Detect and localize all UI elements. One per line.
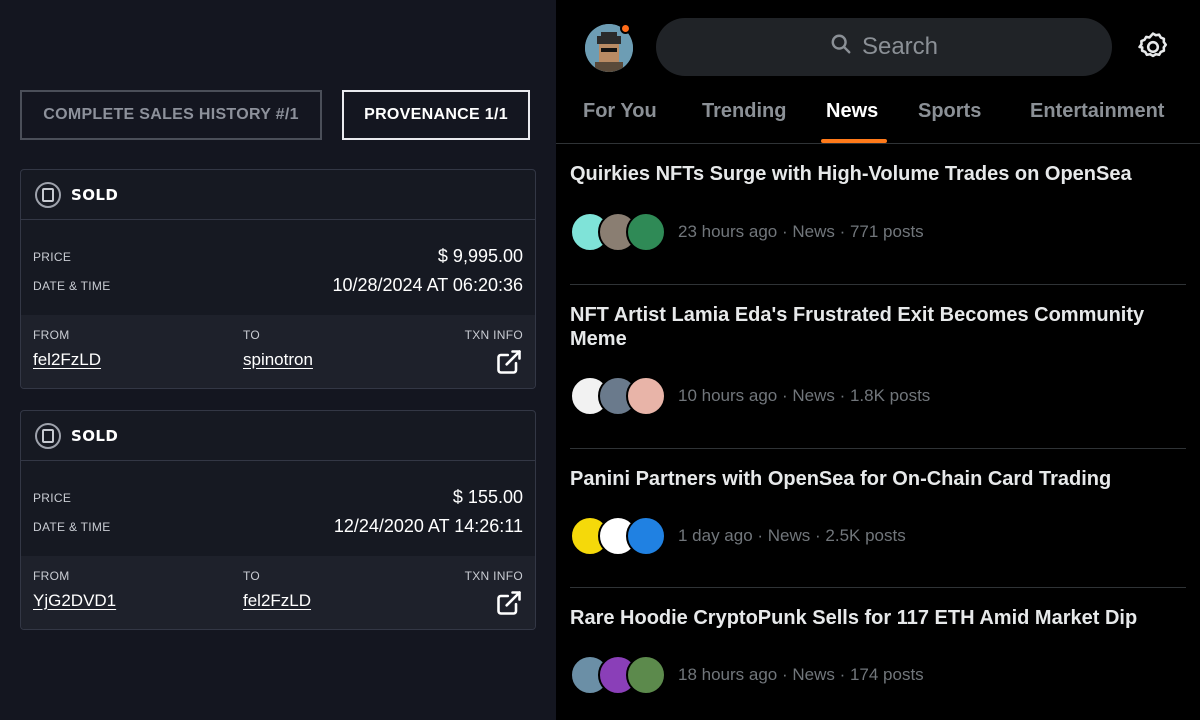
to-link[interactable]: fel2FzLD (243, 591, 311, 610)
tab-trending[interactable]: Trending (702, 100, 786, 123)
date-time-label: DATE & TIME (33, 278, 111, 293)
to-label: TO (243, 569, 261, 583)
tab-sports[interactable]: Sports (918, 100, 981, 123)
to-label: TO (243, 328, 261, 342)
tab-news[interactable]: News (826, 100, 878, 123)
news-item[interactable]: Panini Partners with OpenSea for On-Chai… (570, 467, 1186, 588)
poster-avatars (570, 376, 666, 416)
to-link[interactable]: spinotron (243, 350, 313, 369)
app-root: COMPLETE SALES HISTORY #/1 PROVENANCE 1/… (0, 0, 1200, 720)
card-icon (35, 181, 61, 208)
price-value: $ 9,995.00 (437, 246, 523, 266)
sale-card: SOLD PRICE $ 155.00 DATE & TIME 12/24/20… (20, 410, 536, 630)
active-tab-indicator (821, 139, 887, 143)
avatar (626, 212, 666, 252)
notification-dot (620, 23, 631, 34)
news-meta: 10 hours ago · News · 1.8K posts (678, 386, 931, 405)
external-link-icon[interactable] (495, 348, 523, 381)
price-value: $ 155.00 (452, 487, 523, 507)
avatar (626, 516, 666, 556)
external-link-icon[interactable] (495, 589, 523, 622)
avatar (626, 376, 666, 416)
poster-avatars (570, 516, 666, 556)
poster-avatars (570, 212, 666, 252)
complete-sales-history-tab[interactable]: COMPLETE SALES HISTORY #/1 (20, 90, 322, 140)
txn-info-label: TXN INFO (464, 569, 523, 583)
tab-for-you[interactable]: For You (583, 100, 657, 123)
sale-card: SOLD PRICE $ 9,995.00 DATE & TIME 10/28/… (20, 169, 536, 389)
news-headline: NFT Artist Lamia Eda's Frustrated Exit B… (570, 304, 1145, 350)
provenance-tab[interactable]: PROVENANCE 1/1 (342, 90, 530, 140)
sale-parties: FROM YjG2DVD1 TO fel2FzLD TXN INFO (21, 556, 535, 629)
topic-tabs: For You Trending News Sports Entertainme… (556, 92, 1200, 144)
search-placeholder: Search (861, 33, 939, 60)
sale-status: SOLD (71, 426, 119, 445)
news-item[interactable]: Quirkies NFTs Surge with High-Volume Tra… (570, 162, 1186, 285)
txn-info-label: TXN INFO (464, 328, 523, 342)
sales-history-panel: COMPLETE SALES HISTORY #/1 PROVENANCE 1/… (0, 0, 556, 720)
from-label: FROM (33, 328, 70, 342)
sale-card-header: SOLD (21, 170, 535, 220)
news-meta: 1 day ago · News · 2.5K posts (678, 526, 906, 545)
date-time-value: 12/24/2020 AT 14:26:11 (333, 516, 523, 536)
news-item[interactable]: Rare Hoodie CryptoPunk Sells for 117 ETH… (570, 606, 1186, 716)
date-time-value: 10/28/2024 AT 06:20:36 (332, 275, 523, 295)
price-label: PRICE (33, 490, 72, 505)
from-link[interactable]: fel2FzLD (33, 350, 101, 369)
poster-avatars (570, 655, 666, 695)
price-label: PRICE (33, 249, 72, 264)
date-time-label: DATE & TIME (33, 519, 111, 534)
search-icon (830, 33, 852, 62)
from-label: FROM (33, 569, 70, 583)
sale-details: PRICE $ 155.00 DATE & TIME 12/24/2020 AT… (21, 461, 535, 556)
sale-status: SOLD (71, 185, 119, 204)
news-item[interactable]: NFT Artist Lamia Eda's Frustrated Exit B… (570, 303, 1186, 449)
card-icon (35, 422, 61, 449)
news-headline: Quirkies NFTs Surge with High-Volume Tra… (570, 163, 1132, 185)
news-headline: Panini Partners with OpenSea for On-Chai… (570, 468, 1112, 490)
sale-card-header: SOLD (21, 411, 535, 461)
news-meta: 18 hours ago · News · 174 posts (678, 665, 924, 684)
sale-details: PRICE $ 9,995.00 DATE & TIME 10/28/2024 … (21, 220, 535, 315)
news-headline: Rare Hoodie CryptoPunk Sells for 117 ETH… (570, 607, 1138, 629)
search-bar[interactable]: Search (656, 18, 1112, 76)
from-link[interactable]: YjG2DVD1 (33, 591, 116, 610)
sale-parties: FROM fel2FzLD TO spinotron TXN INFO (21, 315, 535, 388)
avatar (626, 655, 666, 695)
news-meta: 23 hours ago · News · 771 posts (678, 222, 924, 241)
tab-entertainment[interactable]: Entertainment (1030, 100, 1164, 123)
explore-panel: Search For You Trending News Sports Ente… (556, 0, 1200, 720)
settings-gear-icon[interactable] (1136, 30, 1170, 69)
